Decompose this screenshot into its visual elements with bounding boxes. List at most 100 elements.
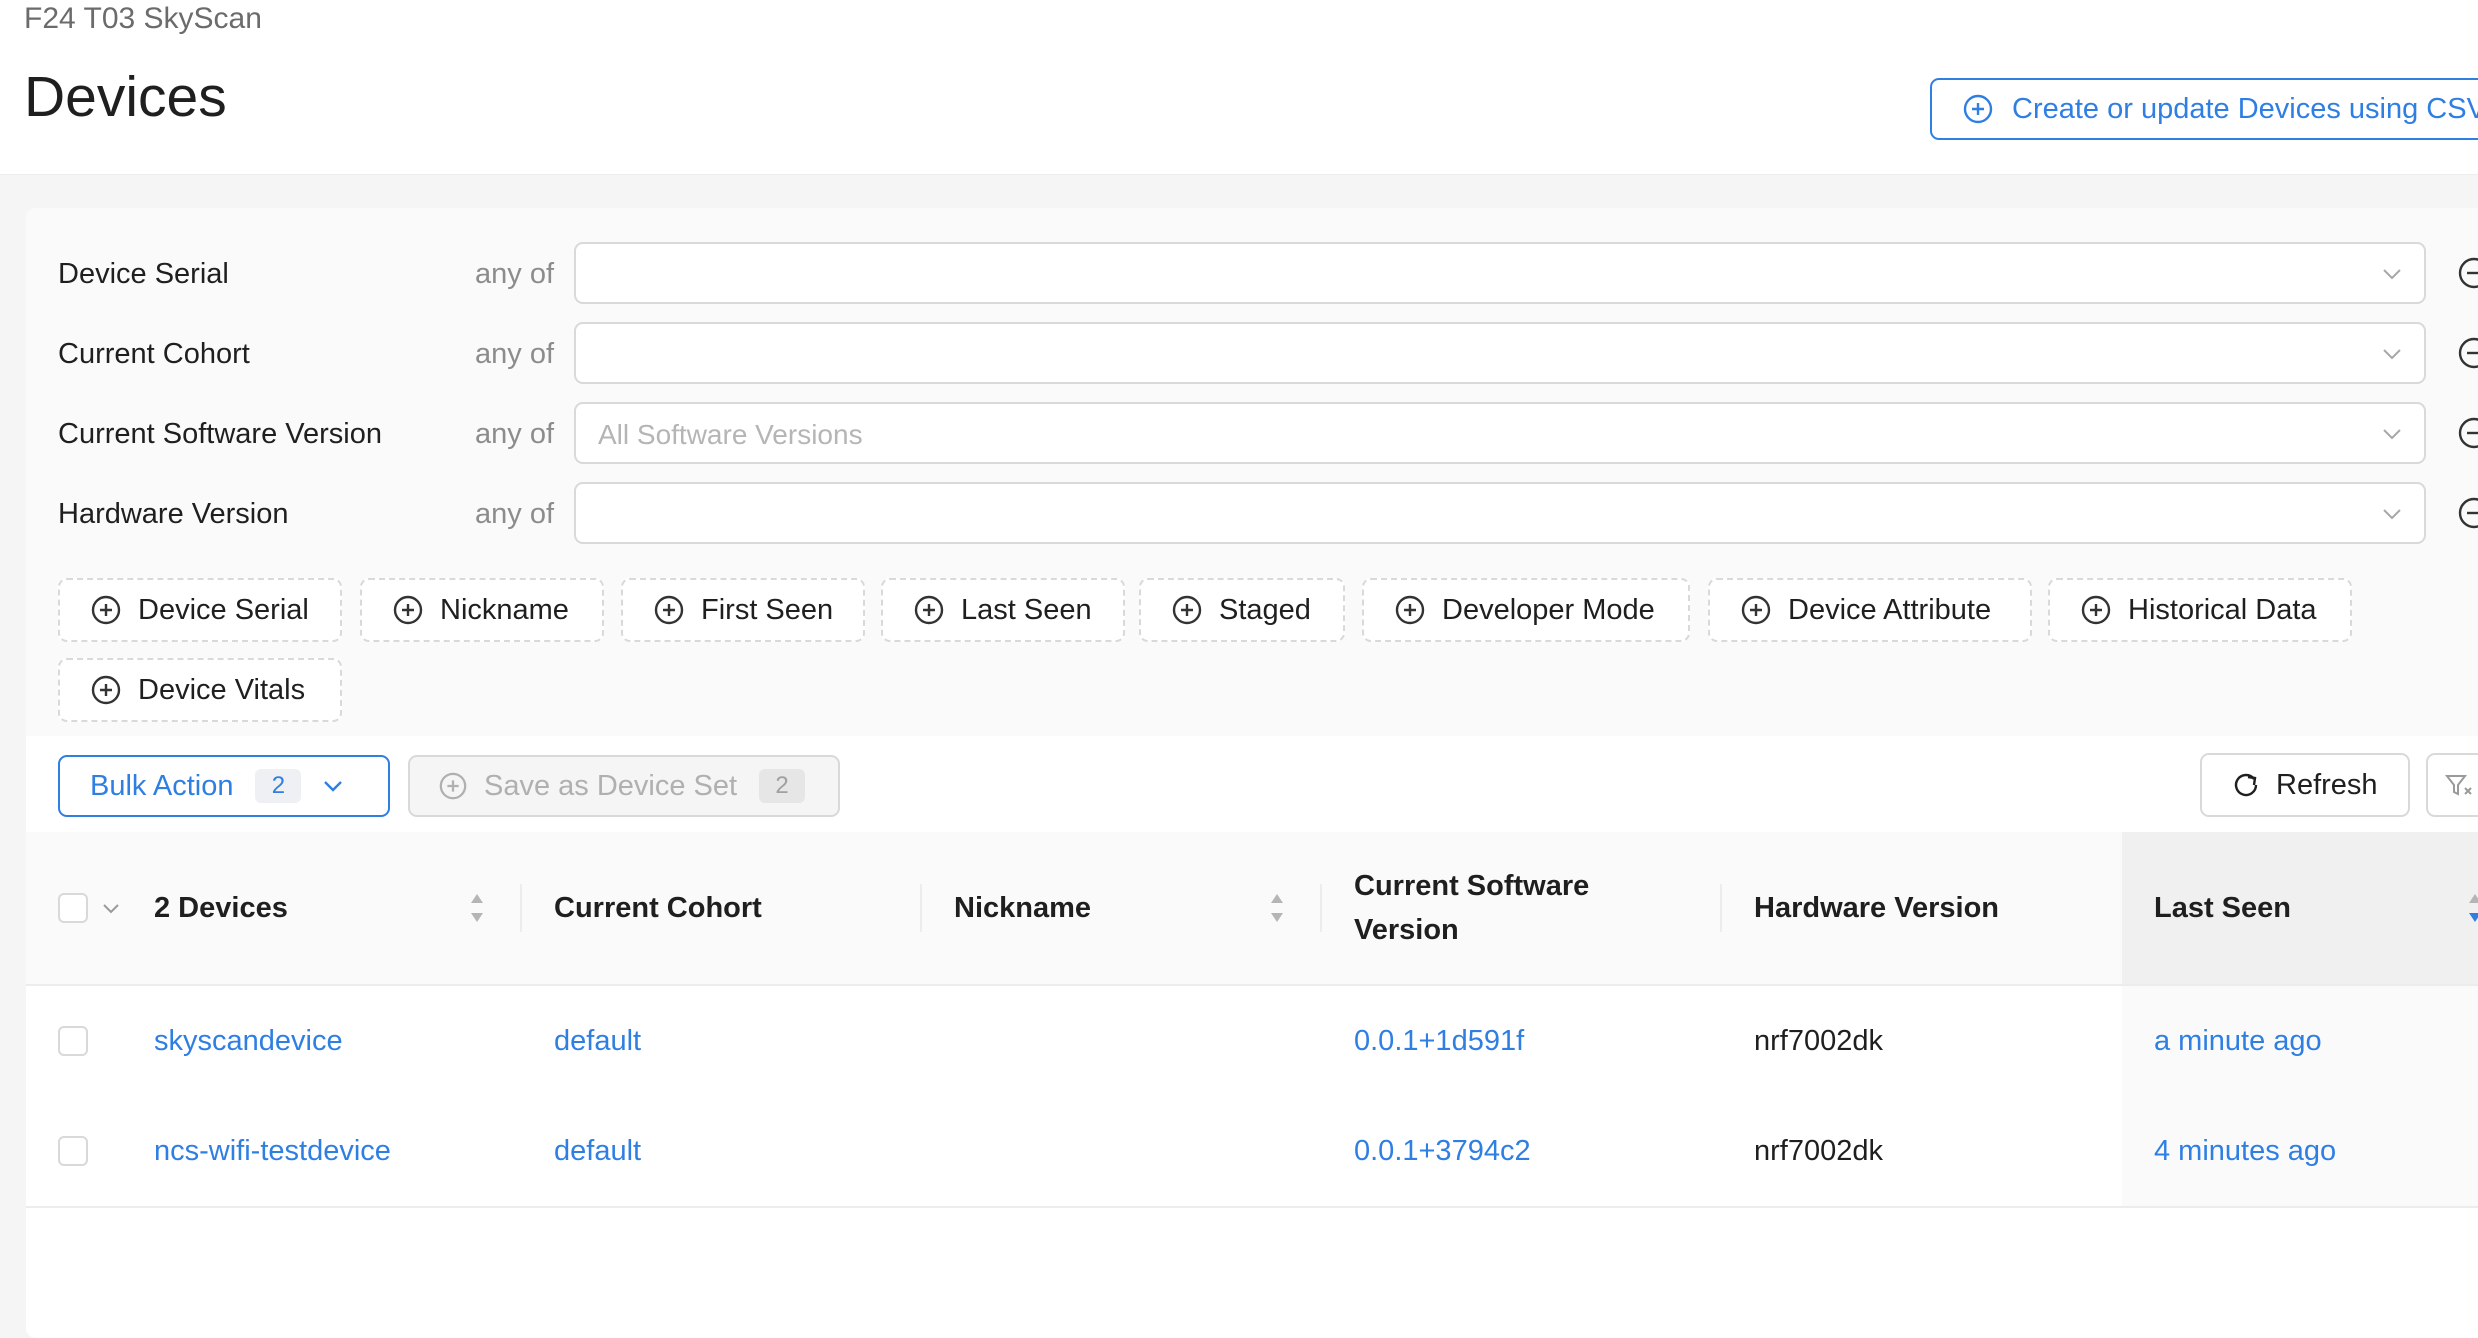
chip-label: Nickname — [440, 593, 569, 626]
sort-icon[interactable] — [2466, 890, 2478, 926]
add-filter-first-seen[interactable]: First Seen — [621, 578, 865, 642]
column-title: Current Software — [1354, 870, 1590, 902]
add-filter-staged[interactable]: Staged — [1139, 578, 1345, 642]
column-title: Last Seen — [2154, 891, 2291, 924]
remove-filter-icon[interactable] — [2456, 335, 2478, 371]
column-header-current-software-version[interactable]: Current Software Version — [1354, 832, 1724, 984]
column-header-last-seen[interactable]: Last Seen — [2122, 832, 2478, 984]
plus-circle-icon — [1963, 94, 1993, 124]
column-title: Nickname — [954, 891, 1092, 924]
refresh-button[interactable]: Refresh — [2200, 753, 2410, 817]
chevron-down-icon[interactable] — [100, 898, 122, 920]
project-name[interactable]: F24 T03 SkyScan — [24, 2, 262, 36]
remove-filter-icon[interactable] — [2456, 495, 2478, 531]
filter-label-current-software-version: Current Software Version — [58, 418, 382, 450]
hardware-version-select[interactable] — [574, 482, 2426, 544]
refresh-label: Refresh — [2276, 768, 2378, 801]
filter-operator[interactable]: any of — [475, 418, 554, 451]
table-row[interactable]: skyscandevice default 0.0.1+1d591f nrf70… — [26, 986, 2478, 1098]
software-version-link[interactable]: 0.0.1+1d591f — [1354, 986, 1524, 1096]
plus-circle-icon — [1741, 595, 1771, 625]
filter-clear-icon — [2444, 775, 2472, 796]
chip-label: Developer Mode — [1442, 593, 1655, 626]
add-filter-historical-data[interactable]: Historical Data — [2048, 578, 2352, 642]
selected-count-badge: 2 — [255, 769, 302, 803]
filter-label-device-serial: Device Serial — [58, 258, 229, 290]
cohort-link[interactable]: default — [554, 986, 641, 1096]
save-set-count-badge: 2 — [759, 769, 806, 803]
clear-filters-button[interactable] — [2426, 753, 2478, 817]
chip-label: First Seen — [701, 593, 834, 626]
plus-circle-icon — [2081, 595, 2111, 625]
sort-icon[interactable] — [1268, 890, 1286, 926]
filter-operator[interactable]: any of — [475, 338, 554, 371]
save-set-label: Save as Device Set — [484, 769, 738, 802]
csv-button-label: Create or update Devices using CSV — [2012, 92, 2478, 125]
filter-area: Device Serial any of Current Cohort any … — [26, 208, 2478, 736]
save-as-device-set-button[interactable]: Save as Device Set 2 — [408, 755, 840, 817]
plus-circle-icon — [914, 595, 944, 625]
add-filter-device-vitals[interactable]: Device Vitals — [58, 658, 342, 722]
add-filter-last-seen[interactable]: Last Seen — [881, 578, 1125, 642]
add-filter-nickname[interactable]: Nickname — [360, 578, 604, 642]
sort-icon[interactable] — [468, 890, 486, 926]
column-title: Current Cohort — [554, 891, 762, 924]
software-version-link[interactable]: 0.0.1+3794c2 — [1354, 1096, 1531, 1206]
add-filter-developer-mode[interactable]: Developer Mode — [1362, 578, 1690, 642]
device-serial-link[interactable]: skyscandevice — [154, 986, 343, 1096]
column-title: 2 Devices — [154, 891, 288, 924]
remove-filter-icon[interactable] — [2456, 415, 2478, 451]
row-checkbox[interactable] — [58, 1136, 88, 1166]
plus-circle-icon — [91, 595, 121, 625]
select-all-checkbox[interactable] — [58, 893, 88, 923]
filter-operator[interactable]: any of — [475, 498, 554, 531]
devices-panel: Device Serial any of Current Cohort any … — [26, 208, 2478, 1338]
hardware-version-cell: nrf7002dk — [1754, 1024, 1883, 1057]
add-filter-device-attribute[interactable]: Device Attribute — [1708, 578, 2032, 642]
filter-operator[interactable]: any of — [475, 258, 554, 291]
column-divider — [1720, 884, 1722, 932]
software-version-select[interactable]: All Software Versions — [574, 402, 2426, 464]
refresh-icon — [2234, 773, 2258, 797]
add-filter-device-serial[interactable]: Device Serial — [58, 578, 342, 642]
column-divider — [920, 884, 922, 932]
table-row[interactable]: ncs-wifi-testdevice default 0.0.1+3794c2… — [26, 1096, 2478, 1208]
chip-label: Device Vitals — [138, 673, 306, 706]
device-serial-link[interactable]: ncs-wifi-testdevice — [154, 1096, 391, 1206]
plus-circle-icon — [654, 595, 684, 625]
column-title: Hardware Version — [1754, 891, 1999, 924]
remove-filter-icon[interactable] — [2456, 255, 2478, 291]
chip-label: Device Serial — [138, 593, 309, 626]
chip-label: Historical Data — [2128, 593, 2317, 626]
table-header: 2 Devices Current Cohort Nickname Curren… — [26, 832, 2478, 986]
chip-label: Last Seen — [961, 593, 1092, 626]
column-title: Version — [1354, 914, 1459, 946]
plus-circle-icon — [1395, 595, 1425, 625]
chevron-down-icon — [2383, 269, 2401, 280]
bulk-action-label: Bulk Action — [90, 769, 234, 802]
chevron-down-icon — [2383, 349, 2401, 360]
filter-label-hardware-version: Hardware Version — [58, 498, 289, 530]
create-update-csv-button[interactable]: Create or update Devices using CSV — [1930, 78, 2478, 140]
chevron-down-icon — [2383, 509, 2401, 520]
page-title: Devices — [24, 65, 227, 129]
column-divider — [1320, 884, 1322, 932]
last-seen-link[interactable]: a minute ago — [2122, 986, 2478, 1096]
plus-circle-icon — [1172, 595, 1202, 625]
column-header-hardware-version[interactable]: Hardware Version — [1754, 832, 2124, 984]
hardware-version-cell: nrf7002dk — [1754, 1134, 1883, 1167]
chip-label: Staged — [1219, 593, 1311, 626]
last-seen-link[interactable]: 4 minutes ago — [2122, 1096, 2478, 1206]
chevron-down-icon — [324, 781, 343, 792]
row-checkbox[interactable] — [58, 1026, 88, 1056]
device-serial-select[interactable] — [574, 242, 2426, 304]
chevron-down-icon — [2383, 429, 2401, 440]
column-header-current-cohort[interactable]: Current Cohort — [554, 832, 944, 984]
bulk-action-button[interactable]: Bulk Action 2 — [58, 755, 390, 817]
current-cohort-select[interactable] — [574, 322, 2426, 384]
cohort-link[interactable]: default — [554, 1096, 641, 1206]
select-placeholder: All Software Versions — [598, 419, 863, 450]
chip-label: Device Attribute — [1788, 593, 1992, 626]
plus-circle-icon — [393, 595, 423, 625]
plus-circle-icon — [91, 675, 121, 705]
